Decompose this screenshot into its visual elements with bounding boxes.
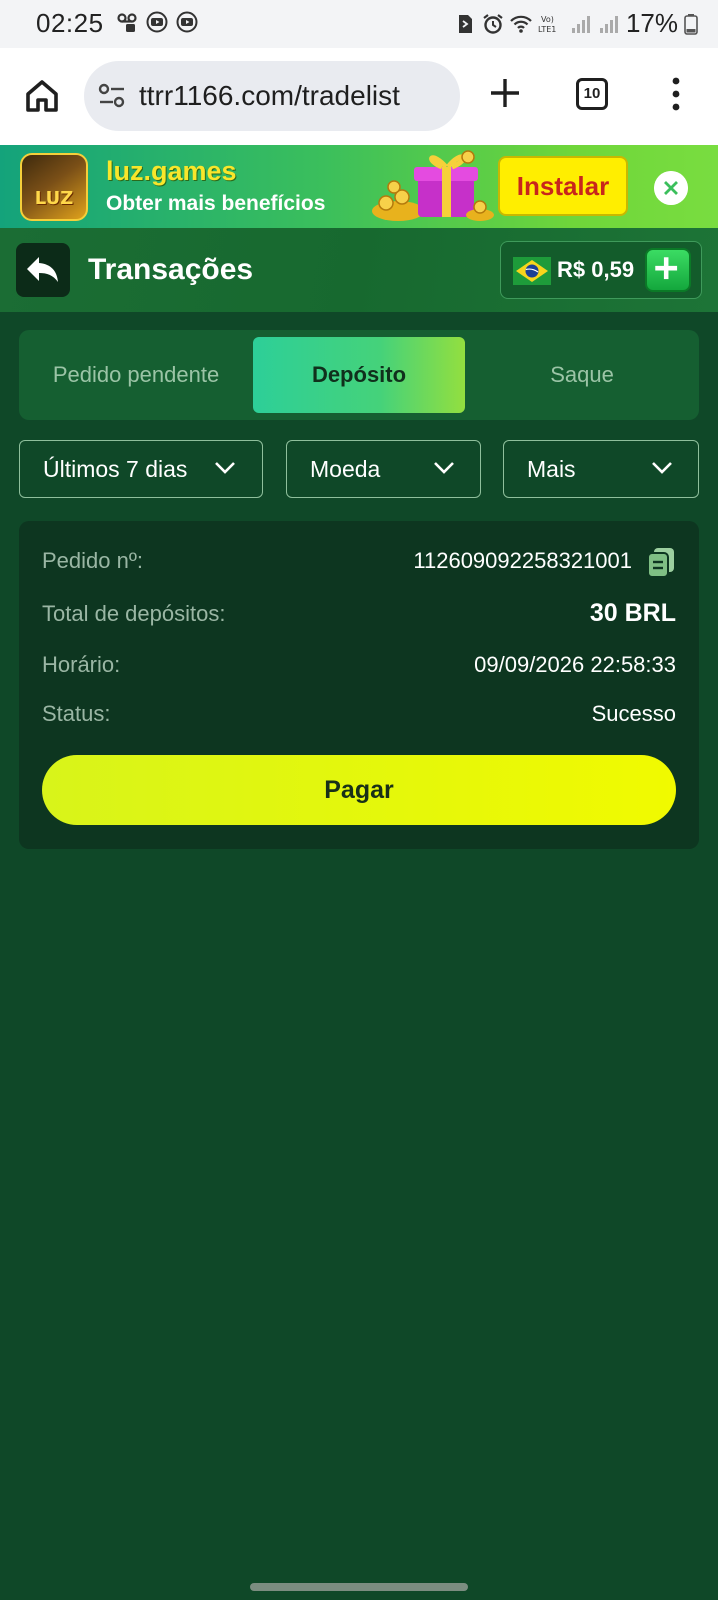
currency-dropdown[interactable]: Moeda [286, 440, 481, 498]
install-button[interactable]: Instalar [498, 156, 628, 216]
app-logo: LUZ [20, 153, 88, 221]
chevron-down-icon [434, 462, 454, 474]
status-label: Status: [42, 701, 111, 726]
banner-subtitle: Obter mais benefícios [106, 192, 326, 215]
status-system-icons: Vo) LTE1 17% [454, 8, 698, 39]
time-label: Horário: [42, 652, 121, 677]
deposit-add-button[interactable] [645, 248, 691, 292]
youtube-icon [146, 11, 168, 33]
chevron-down-icon [215, 462, 235, 474]
signal-icon [599, 15, 618, 33]
youtube-icon [176, 11, 198, 33]
copy-icon[interactable] [646, 546, 676, 578]
voicemail-icon [117, 13, 137, 32]
transaction-tabs: Pedido pendente Depósito Saque [19, 330, 699, 420]
order-number-label: Pedido nº: [42, 548, 143, 573]
sim-icon [458, 14, 472, 33]
period-dropdown-label: Últimos 7 dias [43, 456, 188, 482]
pay-button[interactable]: Pagar [42, 755, 676, 825]
home-icon[interactable] [22, 76, 62, 116]
transaction-card: Pedido nº: 112609092258321001 Total de d… [19, 521, 699, 849]
chevron-down-icon [652, 462, 672, 474]
address-bar[interactable]: ttrr1166.com/tradelist [84, 61, 460, 131]
banner-title: luz.games [106, 156, 237, 186]
url-text[interactable]: ttrr1166.com/tradelist [139, 80, 400, 112]
wifi-icon [510, 15, 532, 33]
close-icon[interactable] [654, 171, 688, 205]
order-number-row: Pedido nº: 112609092258321001 [42, 548, 676, 578]
page-header: Transações R$ 0,59 [0, 228, 718, 312]
back-arrow-icon [27, 257, 58, 282]
more-options-icon[interactable] [664, 76, 688, 112]
install-banner: LUZ luz.games Obter mais benefícios Inst… [0, 145, 718, 228]
volte-icon: Vo)LTE1 [538, 15, 556, 34]
plus-icon [655, 257, 678, 280]
deposit-total-row: Total de depósitos: 30 BRL [42, 599, 676, 631]
time-value: 09/09/2026 22:58:33 [474, 652, 676, 677]
battery-percent: 17% [625, 8, 678, 38]
tab-deposit[interactable]: Depósito [253, 337, 465, 413]
back-button[interactable] [16, 243, 70, 297]
period-dropdown[interactable]: Últimos 7 dias [19, 440, 263, 498]
deposit-total-label: Total de depósitos: [42, 601, 226, 626]
svg-text:LTE1: LTE1 [538, 25, 556, 34]
new-tab-icon[interactable] [488, 76, 522, 110]
signal-icon [571, 15, 590, 33]
gesture-nav-handle[interactable] [250, 1583, 468, 1591]
tab-switcher-button[interactable]: 10 [576, 78, 608, 110]
tab-pending-order[interactable]: Pedido pendente [19, 337, 253, 413]
site-settings-icon[interactable] [98, 83, 126, 109]
app-logo-text: LUZ [34, 188, 74, 209]
deposit-total-value: 30 BRL [589, 599, 676, 627]
order-number-value: 112609092258321001 [413, 548, 632, 573]
battery-icon [684, 13, 698, 35]
status-time: 02:25 [36, 8, 104, 38]
balance-widget: R$ 0,59 [500, 241, 702, 299]
svg-text:Vo): Vo) [541, 15, 554, 24]
more-dropdown-label: Mais [527, 456, 576, 482]
brazil-flag-icon [513, 257, 551, 285]
alarm-icon [483, 13, 503, 34]
currency-dropdown-label: Moeda [310, 456, 381, 482]
gift-coins-illustration [372, 150, 494, 221]
browser-toolbar: ttrr1166.com/tradelist 10 [0, 48, 718, 145]
tab-withdraw[interactable]: Saque [465, 337, 699, 413]
status-bar: 02:25 Vo) LTE1 17% [0, 0, 718, 48]
status-notification-icons [116, 11, 198, 33]
status-value: Sucesso [591, 701, 676, 726]
balance-amount: R$ 0,59 [557, 257, 635, 282]
status-row: Status: Sucesso [42, 701, 676, 731]
page-title: Transações [88, 253, 254, 286]
time-row: Horário: 09/09/2026 22:58:33 [42, 652, 676, 682]
more-dropdown[interactable]: Mais [503, 440, 699, 498]
